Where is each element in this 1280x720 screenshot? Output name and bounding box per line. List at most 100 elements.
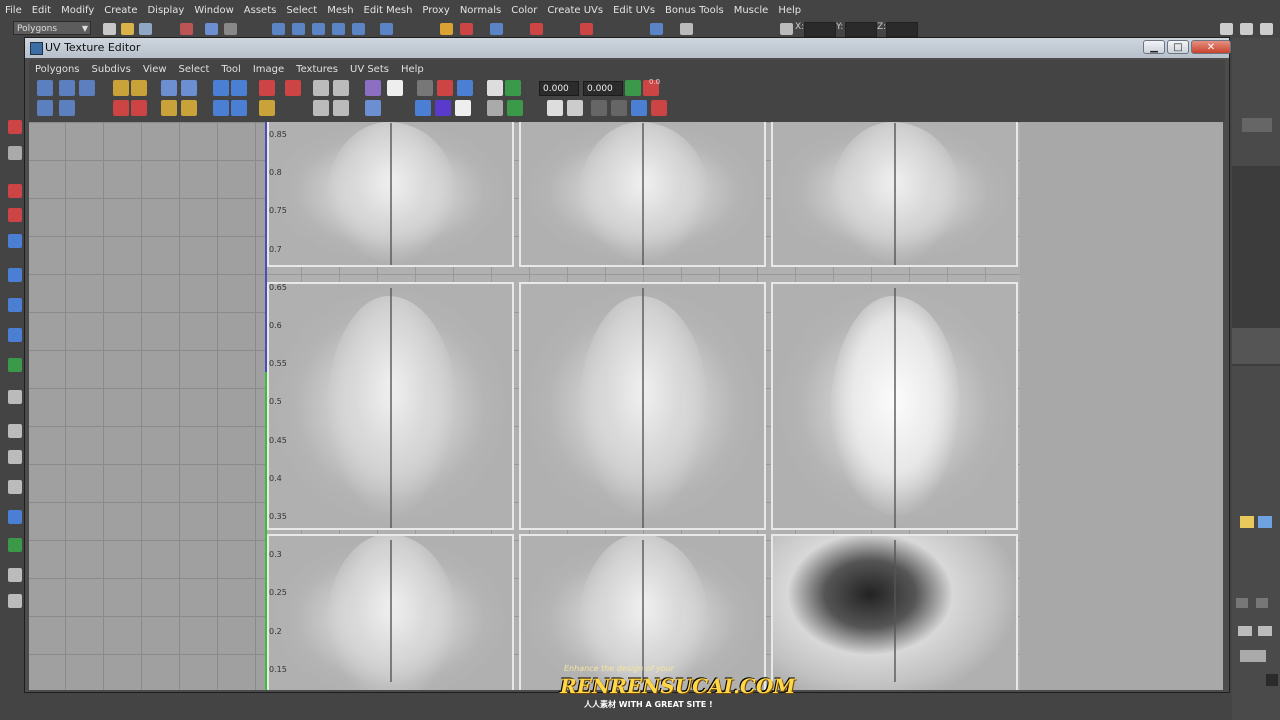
chevron-down-icon[interactable]: ▼ <box>82 22 88 36</box>
pinch-icon[interactable] <box>181 100 197 116</box>
main-menu-select[interactable]: Select <box>281 5 322 16</box>
edge-mask-icon[interactable] <box>292 23 305 35</box>
channel-selected-row[interactable] <box>1232 328 1280 364</box>
main-menu-help[interactable]: Help <box>773 5 806 16</box>
u-value-field[interactable]: 0.000 <box>539 81 579 96</box>
main-menu-color[interactable]: Color <box>506 5 542 16</box>
uv-menu-subdivs[interactable]: Subdivs <box>86 64 137 75</box>
new-scene-icon[interactable] <box>103 23 116 35</box>
align-v-icon[interactable] <box>333 80 349 96</box>
rotate-tool-icon[interactable] <box>8 208 22 222</box>
select-object-icon[interactable] <box>205 23 218 35</box>
transform-mode-icon[interactable] <box>780 23 793 35</box>
layout-persp-icon[interactable] <box>8 480 22 494</box>
render-icon[interactable] <box>490 23 503 35</box>
scroll-right-icon[interactable] <box>1256 598 1268 608</box>
save-scene-icon[interactable] <box>139 23 152 35</box>
scroll-left-icon[interactable] <box>1236 598 1248 608</box>
mode-selector-dropdown[interactable]: Polygons ▼ <box>13 21 91 35</box>
title-bar[interactable]: UV Texture Editor ▁ □ ✕ <box>25 38 1231 58</box>
trash-icon[interactable] <box>591 100 607 116</box>
render-settings-icon[interactable] <box>580 23 593 35</box>
filter-icon[interactable] <box>507 100 523 116</box>
magnet-icon[interactable] <box>437 80 453 96</box>
vertex-mask-icon[interactable] <box>272 23 285 35</box>
main-menu-create-uvs[interactable]: Create UVs <box>542 5 608 16</box>
close-button[interactable]: ✕ <box>1191 40 1231 54</box>
select-tool-icon[interactable] <box>8 120 22 134</box>
channel-box-icon[interactable] <box>1260 23 1273 35</box>
color-wheel-icon[interactable] <box>435 100 451 116</box>
alpha-channel-icon[interactable] <box>455 100 471 116</box>
uv-menu-uv-sets[interactable]: UV Sets <box>344 64 395 75</box>
main-menu-muscle[interactable]: Muscle <box>729 5 774 16</box>
main-menu-edit[interactable]: Edit <box>27 5 56 16</box>
flip-v-icon[interactable] <box>131 80 147 96</box>
sew-uv-icon[interactable] <box>231 80 247 96</box>
paste-icon[interactable] <box>567 100 583 116</box>
open-scene-icon[interactable] <box>121 23 134 35</box>
display-image-icon[interactable] <box>365 80 381 96</box>
unfold-icon[interactable] <box>113 100 129 116</box>
main-menu-modify[interactable]: Modify <box>56 5 99 16</box>
grid-toggle-icon[interactable] <box>37 80 53 96</box>
uv-menu-tool[interactable]: Tool <box>215 64 246 75</box>
layout-custom-icon[interactable] <box>8 538 22 552</box>
dim-image-icon[interactable] <box>487 100 503 116</box>
shell-border-icon[interactable] <box>333 100 349 116</box>
main-menu-normals[interactable]: Normals <box>455 5 506 16</box>
toggle-sidebar-icon[interactable] <box>1220 23 1233 35</box>
rotate-ccw-icon[interactable] <box>161 80 177 96</box>
match-grid-icon[interactable] <box>231 100 247 116</box>
uv-mask-icon[interactable] <box>332 23 345 35</box>
main-menu-window[interactable]: Window <box>189 5 238 16</box>
layout-hypershade-icon[interactable] <box>8 450 22 464</box>
v-value-field[interactable]: 0.000 <box>583 81 623 96</box>
stop-icon[interactable] <box>651 100 667 116</box>
main-menu-edit-uvs[interactable]: Edit UVs <box>608 5 660 16</box>
main-menu-assets[interactable]: Assets <box>239 5 282 16</box>
isolate-select-icon[interactable] <box>487 80 503 96</box>
maximize-button[interactable]: □ <box>1167 40 1189 54</box>
manipulator-tool-icon[interactable] <box>8 268 22 282</box>
script-editor-icon[interactable] <box>1266 674 1278 686</box>
main-menu-proxy[interactable]: Proxy <box>417 5 454 16</box>
layout-outliner-icon[interactable] <box>8 390 22 404</box>
face-mask-icon[interactable] <box>312 23 325 35</box>
history-icon[interactable] <box>460 23 473 35</box>
layout-graph-icon[interactable] <box>8 424 22 438</box>
uv-menu-polygons[interactable]: Polygons <box>29 64 86 75</box>
uv-menu-image[interactable]: Image <box>247 64 290 75</box>
z-field[interactable] <box>886 22 918 37</box>
grid-display-icon[interactable] <box>417 80 433 96</box>
smudge-icon[interactable] <box>161 100 177 116</box>
flip-u-icon[interactable] <box>113 80 129 96</box>
x-field[interactable] <box>804 22 836 37</box>
uv-viewport[interactable]: 0.85 0.8 0.75 0.7 0.65 0.6 0.55 0.5 0.45 0.4 0.35 0… <box>29 122 1223 690</box>
main-menu-create[interactable]: Create <box>99 5 142 16</box>
main-menu-mesh[interactable]: Mesh <box>322 5 358 16</box>
snap-uv-icon[interactable] <box>59 80 75 96</box>
snap-curve-icon[interactable] <box>380 23 393 35</box>
pin-icon[interactable] <box>505 80 521 96</box>
relax-icon[interactable] <box>131 100 147 116</box>
cycle-icon[interactable] <box>631 100 647 116</box>
rotate-cw-icon[interactable] <box>181 80 197 96</box>
move-tool-icon[interactable] <box>8 184 22 198</box>
copy-icon[interactable] <box>547 100 563 116</box>
uv-shell-icon[interactable] <box>79 80 95 96</box>
uv-editor-extra-1-icon[interactable] <box>37 100 53 116</box>
layer-icon[interactable] <box>1240 516 1254 528</box>
layout-four-icon[interactable] <box>8 358 22 372</box>
lock-icon[interactable] <box>440 23 453 35</box>
last-tool-icon[interactable] <box>8 298 22 312</box>
texture-image[interactable] <box>265 122 1020 690</box>
lasso-tool-icon[interactable] <box>8 146 22 160</box>
go-end-icon[interactable] <box>1258 626 1272 636</box>
main-menu-display[interactable]: Display <box>142 5 189 16</box>
scale-tool-icon[interactable] <box>8 234 22 248</box>
normalize-icon[interactable] <box>213 100 229 116</box>
y-field[interactable] <box>845 22 877 37</box>
uv-menu-textures[interactable]: Textures <box>290 64 344 75</box>
layout-extra-icon[interactable] <box>8 594 22 608</box>
